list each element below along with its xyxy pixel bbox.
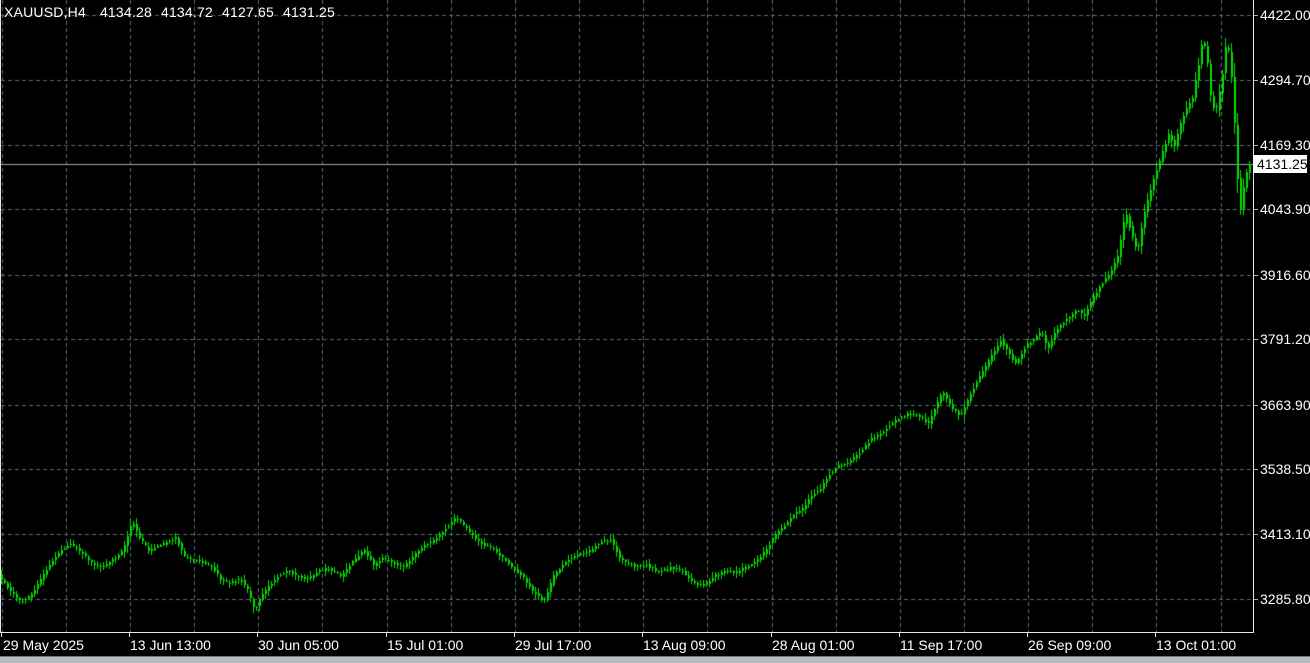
price-axis-label: 4294.70 (1260, 72, 1310, 88)
price-axis-tick (1254, 469, 1258, 470)
ohlc-low-value: 4127.65 (222, 4, 274, 20)
time-axis-label: 13 Oct 01:00 (1156, 637, 1236, 653)
price-axis-tick (1254, 80, 1258, 81)
chart-title: XAUUSD,H4 4134.28 4134.72 4127.65 4131.25 (4, 4, 344, 20)
price-axis-label: 3791.20 (1260, 331, 1310, 347)
price-axis-label: 3285.80 (1260, 591, 1310, 607)
price-axis-tick (1254, 209, 1258, 210)
ohlc-open-value: 4134.28 (100, 4, 152, 20)
price-axis-label: 4422.00 (1260, 7, 1310, 23)
price-axis-label: 4169.30 (1260, 137, 1310, 153)
price-axis-tick (1254, 405, 1258, 406)
price-axis-tick (1254, 599, 1258, 600)
price-axis[interactable]: 4422.00 4294.70 4169.30 4043.90 3916.60 3791.… (1254, 0, 1310, 632)
current-price-value: 4131.25 (1257, 156, 1308, 172)
price-chart-canvas[interactable] (1, 0, 1253, 632)
time-axis-label: 29 Jul 17:00 (515, 637, 591, 653)
price-axis-label: 3413.10 (1260, 526, 1310, 542)
price-axis-label: 3538.50 (1260, 461, 1310, 477)
time-axis-label: 29 May 2025 (3, 637, 84, 653)
ohlc-high-value: 4134.72 (161, 4, 213, 20)
price-axis-label: 3916.60 (1260, 267, 1310, 283)
time-axis-label: 30 Jun 05:00 (258, 637, 339, 653)
price-axis-tick (1254, 15, 1258, 16)
ohlc-close-value: 4131.25 (283, 4, 335, 20)
window-bottom-edge (0, 656, 1310, 663)
time-axis[interactable]: 29 May 2025 13 Jun 13:00 30 Jun 05:00 15 Ju… (0, 633, 1310, 656)
time-axis-label: 28 Aug 01:00 (772, 637, 855, 653)
symbol-period-label: XAUUSD,H4 (4, 4, 86, 20)
current-price-tag: 4131.25 (1253, 155, 1307, 173)
price-axis-label: 3663.90 (1260, 397, 1310, 413)
price-axis-tick (1254, 534, 1258, 535)
time-axis-label: 13 Jun 13:00 (130, 637, 211, 653)
time-axis-label: 11 Sep 17:00 (900, 637, 982, 653)
time-axis-tick (1, 633, 2, 637)
metatrader-chart-window: XAUUSD,H4 4134.28 4134.72 4127.65 4131.25 44… (0, 0, 1310, 663)
time-axis-label: 15 Jul 01:00 (387, 637, 463, 653)
price-axis-label: 4043.90 (1260, 201, 1310, 217)
price-axis-tick (1254, 339, 1258, 340)
price-axis-tick (1254, 275, 1258, 276)
chart-plot-area (0, 0, 1254, 633)
time-axis-label: 26 Sep 09:00 (1028, 637, 1111, 653)
time-axis-label: 13 Aug 09:00 (643, 637, 726, 653)
price-axis-tick (1254, 145, 1258, 146)
